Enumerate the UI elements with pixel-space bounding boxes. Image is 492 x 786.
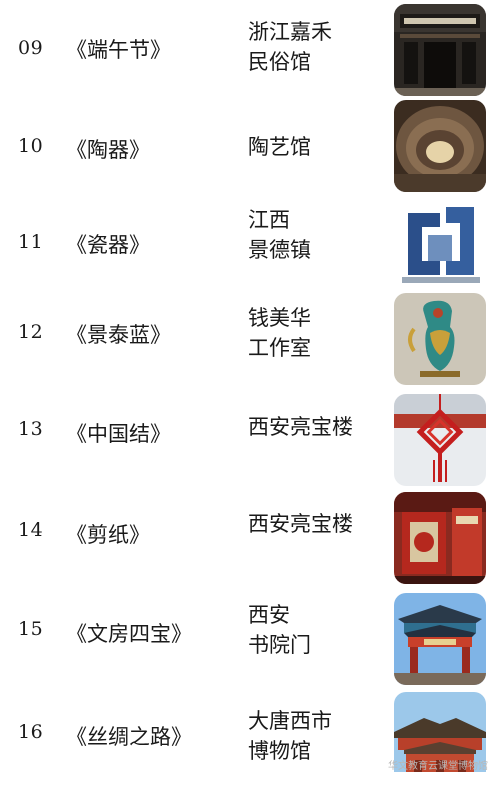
item-location: 西安 书院门 bbox=[248, 603, 311, 657]
list-item: 15 《文房四宝》 西安 书院门 bbox=[0, 591, 492, 687]
item-title: 《中国结》 bbox=[66, 422, 171, 446]
watermark-text: 华文教育云课堂博物馆 bbox=[388, 761, 488, 772]
list-item: 13 《中国结》 西安亮宝楼 bbox=[0, 394, 492, 490]
item-title: 《陶器》 bbox=[66, 138, 150, 162]
list-item: 12 《景泰蓝》 钱美华 工作室 bbox=[0, 293, 492, 389]
item-title: 《丝绸之路》 bbox=[66, 725, 192, 749]
item-location: 大唐西市 博物馆 bbox=[248, 709, 332, 763]
list-item: 14 《剪纸》 西安亮宝楼 bbox=[0, 491, 492, 587]
item-title: 《景泰蓝》 bbox=[66, 323, 171, 347]
item-title: 《剪纸》 bbox=[66, 523, 150, 547]
item-number: 13 bbox=[18, 418, 44, 440]
item-title: 《瓷器》 bbox=[66, 233, 150, 257]
item-number: 16 bbox=[18, 721, 44, 743]
chinese-knot-photo bbox=[394, 394, 486, 486]
item-number: 11 bbox=[18, 231, 44, 253]
item-number: 14 bbox=[18, 519, 44, 541]
item-location: 钱美华 工作室 bbox=[248, 306, 311, 360]
item-title: 《文房四宝》 bbox=[66, 622, 192, 646]
list-item: 09 《端午节》 浙江嘉禾 民俗馆 bbox=[0, 0, 492, 96]
item-location: 浙江嘉禾 民俗馆 bbox=[248, 20, 332, 74]
porcelain-sculpture-photo bbox=[394, 197, 486, 289]
item-number: 10 bbox=[18, 135, 44, 157]
item-location: 西安亮宝楼 bbox=[248, 415, 353, 439]
list-item: 11 《瓷器》 江西 景德镇 bbox=[0, 195, 492, 291]
paper-cut-exhibit-photo bbox=[394, 492, 486, 584]
item-location: 西安亮宝楼 bbox=[248, 512, 353, 536]
kiln-tunnel-photo bbox=[394, 100, 486, 192]
item-number: 09 bbox=[18, 37, 44, 59]
item-number: 12 bbox=[18, 321, 44, 343]
list-item: 10 《陶器》 陶艺馆 bbox=[0, 98, 492, 194]
cloisonne-vessel-photo bbox=[394, 293, 486, 385]
museum-gate-photo bbox=[394, 4, 486, 96]
shuyuanmen-gate-photo bbox=[394, 593, 486, 685]
item-location: 陶艺馆 bbox=[248, 135, 311, 159]
item-number: 15 bbox=[18, 618, 44, 640]
item-title: 《端午节》 bbox=[66, 38, 171, 62]
item-location: 江西 景德镇 bbox=[248, 208, 311, 262]
